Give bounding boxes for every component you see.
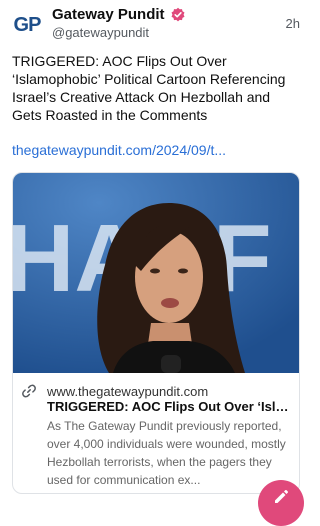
post-header: GP Gateway Pundit @gatewaypundit 2h	[12, 4, 300, 44]
verified-badge-icon	[171, 7, 185, 21]
post-link[interactable]: thegatewaypundit.com/2024/09/t...	[12, 142, 298, 158]
card-domain: www.thegatewaypundit.com	[47, 383, 209, 399]
card-title: TRIGGERED: AOC Flips Out Over ‘Isla...	[47, 399, 291, 414]
link-preview-card[interactable]: HARF	[12, 172, 300, 494]
card-image[interactable]: HARF	[13, 173, 299, 373]
card-domain-row: www.thegatewaypundit.com	[21, 383, 291, 399]
post[interactable]: GP Gateway Pundit @gatewaypundit 2h TRIG…	[0, 0, 312, 526]
link-icon	[22, 384, 36, 398]
author-name-row: Gateway Pundit	[52, 6, 186, 23]
post-timestamp[interactable]: 2h	[286, 16, 300, 31]
post-text: TRIGGERED: AOC Flips Out Over ‘Islamopho…	[12, 53, 286, 123]
compose-icon	[275, 490, 288, 503]
compose-button[interactable]	[258, 480, 304, 526]
author-display-name[interactable]: Gateway Pundit	[52, 6, 165, 23]
card-description: As The Gateway Pundit previously reporte…	[47, 419, 286, 487]
author-handle[interactable]: @gatewaypundit	[52, 25, 149, 40]
avatar[interactable]: GP	[12, 10, 42, 40]
